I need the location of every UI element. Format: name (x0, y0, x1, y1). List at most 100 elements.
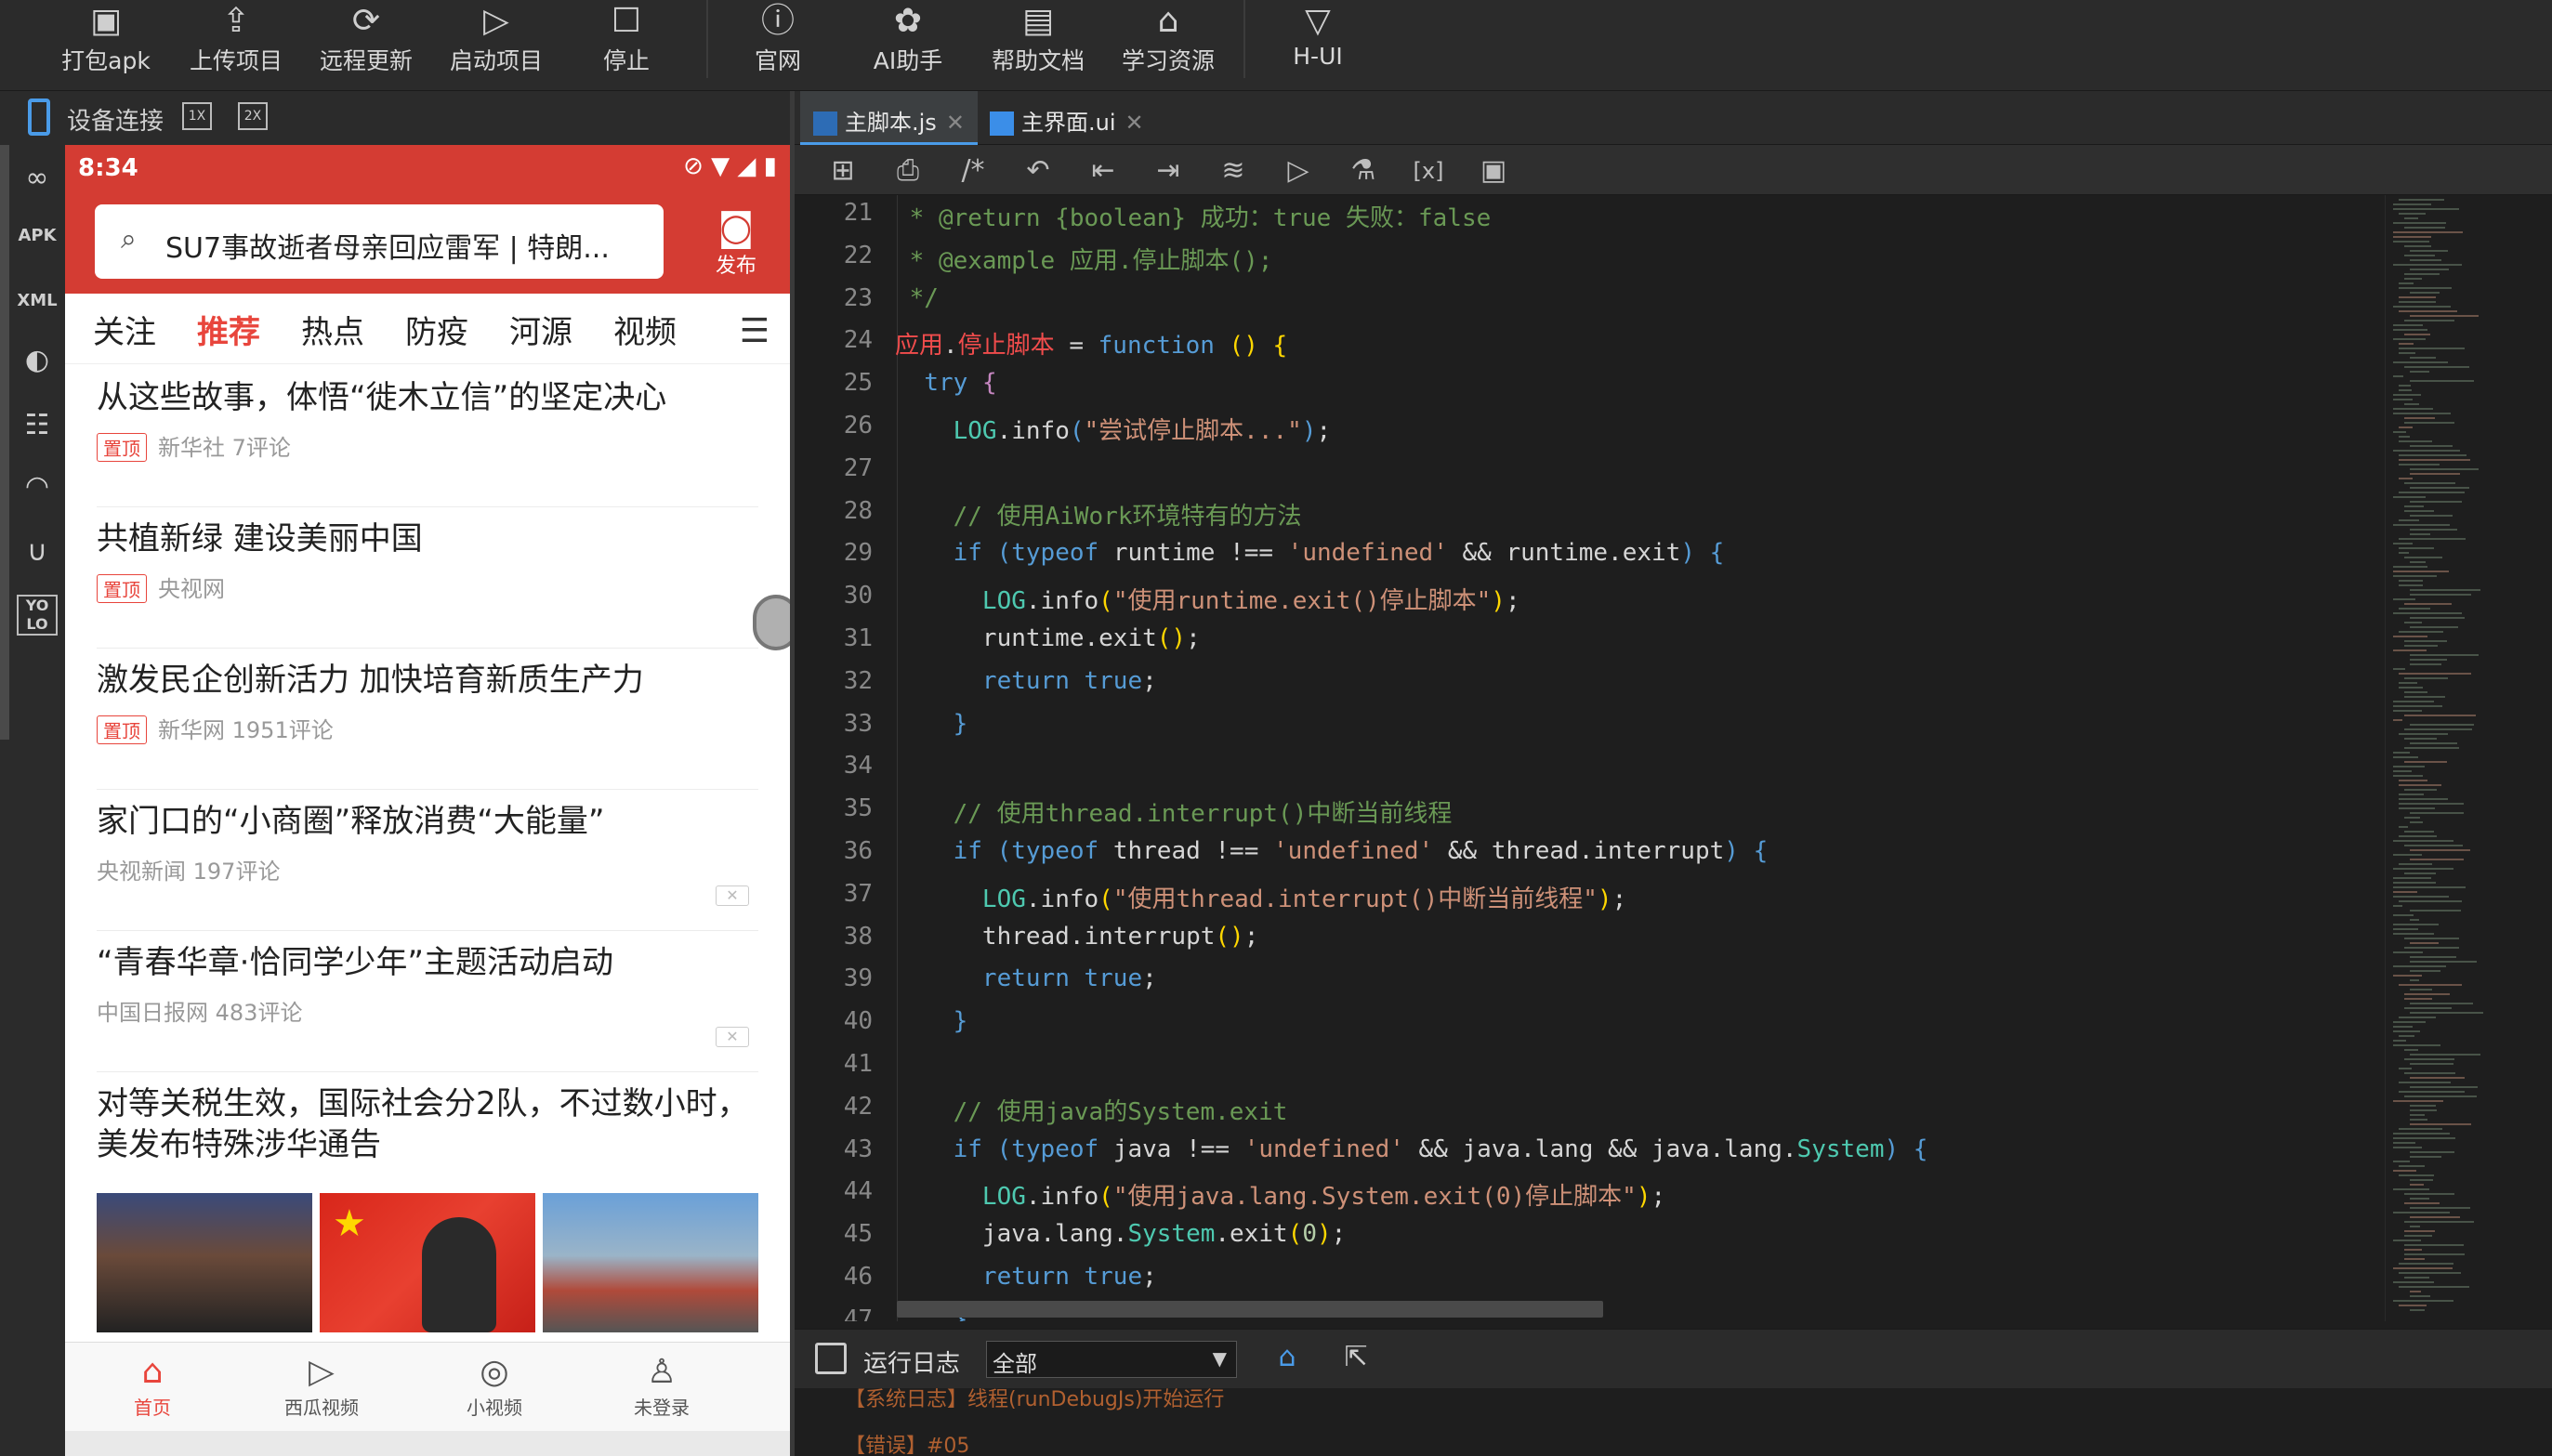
clear-log-icon[interactable]: ⌂ (1269, 1339, 1306, 1376)
code-line: LOG.info("使用java.lang.System.exit(0)停止脚本… (981, 1183, 1666, 1212)
tab-main-ui[interactable]: 主界面.ui ✕ (977, 91, 1157, 145)
minimap-line (2404, 403, 2419, 405)
minimap-line (2410, 473, 2460, 475)
device-connection-bar: 设备连接 1X 2X (0, 91, 795, 145)
usb-icon[interactable]: ∪ (17, 531, 58, 572)
news-item[interactable]: 共植新绿 建设美丽中国 置顶 央视网 (97, 518, 758, 649)
nav-not-logged-in[interactable]: ♙ 未登录 (606, 1352, 717, 1420)
minimap-line (2410, 942, 2439, 944)
export-log-icon[interactable]: ⇱ (1337, 1339, 1375, 1376)
minimap-line (2404, 1277, 2429, 1279)
code-editor[interactable]: 21 22 23 24 25 26 27 28 29 30 31 32 33 34 35 36 37 38 39 40… (795, 195, 2385, 1321)
floating-assistant-button[interactable] (753, 595, 790, 650)
minimap-line (2393, 329, 2427, 331)
tab-recommend[interactable]: 推荐 (197, 307, 260, 352)
news-item[interactable]: “青春华章·恰同学少年”主题活动启动 中国日报网 483评论 ✕ (97, 942, 758, 1072)
new-file-icon[interactable]: ⊞ (824, 152, 862, 190)
dismiss-icon[interactable]: ✕ (716, 1027, 749, 1047)
minimap-line (2393, 324, 2423, 326)
minimap-line (2404, 696, 2445, 698)
publish-button[interactable]: ◙ 发布 (701, 206, 771, 281)
horizontal-scrollbar[interactable] (897, 1301, 1603, 1318)
minimap-line (2393, 375, 2403, 377)
clipboard-icon[interactable]: ▣ (1475, 152, 1512, 190)
code-line: // 使用java的System.exit (953, 1097, 1288, 1126)
variable-icon[interactable]: [x] (1410, 152, 1447, 190)
minimap-line (2399, 798, 2448, 800)
nav-short-video[interactable]: ◎ 小视频 (439, 1352, 550, 1420)
format-icon[interactable]: ≋ (1215, 152, 1252, 190)
wifi-icon[interactable]: ◠ (17, 466, 58, 507)
close-icon[interactable]: ✕ (1125, 110, 1144, 136)
pack-apk-button[interactable]: ▣ 打包apk (50, 0, 162, 91)
minimap-line (2393, 208, 2459, 210)
close-icon[interactable]: ✕ (946, 110, 965, 136)
indent-icon[interactable]: ⇥ (1150, 152, 1187, 190)
nav-xigua-video[interactable]: ▷ 西瓜视频 (266, 1352, 377, 1420)
toolbar-separator (706, 0, 708, 78)
minimap-line (2399, 1068, 2412, 1069)
openai-icon: ✿ (893, 2, 923, 40)
line-number: 45 (843, 1220, 873, 1249)
menu-icon[interactable]: ☰ (740, 312, 770, 350)
remote-update-button[interactable]: ⟳ 远程更新 (310, 0, 422, 91)
minimap-line (2404, 845, 2463, 846)
minimap-line (2393, 1267, 2453, 1269)
minimap-line (2393, 543, 2413, 544)
learning-resources-button[interactable]: ⌂ 学习资源 (1112, 0, 1224, 91)
code-line: * @return {boolean} 成功：true 失败：false (895, 204, 1492, 232)
search-bar[interactable]: ⌕ SU7事故逝者母亲回应雷军 | 特朗... (95, 204, 664, 279)
nav-home[interactable]: ⌂ 首页 (97, 1352, 208, 1420)
line-number: 27 (843, 453, 873, 482)
ai-assistant-button[interactable]: ✿ AI助手 (852, 0, 964, 91)
minimap-line (2393, 399, 2413, 400)
flask-icon[interactable]: ⚗ (1345, 152, 1382, 190)
minimap-line (2393, 306, 2451, 308)
tab-video[interactable]: 视频 (613, 307, 677, 352)
upload-project-button[interactable]: ⇪ 上传项目 (180, 0, 292, 91)
palette-icon[interactable]: ◐ (17, 340, 58, 381)
status-time: 8:34 (78, 154, 138, 182)
minimap-line (2393, 431, 2406, 433)
stop-button[interactable]: ☐ 停止 (571, 0, 682, 91)
code-minimap[interactable] (2385, 195, 2552, 1321)
vue-icon: ▽ (1305, 2, 1331, 40)
zoom-1x-button[interactable]: 1X (182, 102, 212, 130)
line-number: 37 (843, 879, 873, 908)
code-line: if (typeof thread !== 'undefined' && thr… (953, 837, 1769, 865)
tab-hot[interactable]: 热点 (301, 307, 364, 352)
print-icon[interactable]: ⎙ (889, 152, 927, 190)
tab-follow[interactable]: 关注 (93, 307, 156, 352)
news-item[interactable]: 从这些故事，体悟“徙木立信”的坚定决心 置顶 新华社 7评论 (97, 377, 758, 507)
h-ui-button[interactable]: ▽ H-UI (1262, 0, 1374, 91)
xml-file-icon[interactable]: XML (17, 281, 58, 321)
outdent-icon[interactable]: ⇤ (1085, 152, 1122, 190)
run-icon[interactable]: ▷ (1280, 152, 1317, 190)
minimap-line (2393, 752, 2410, 754)
zoom-2x-button[interactable]: 2X (238, 102, 268, 130)
comment-icon[interactable]: /* (954, 152, 992, 190)
device-connection-label[interactable]: 设备连接 (67, 102, 164, 137)
phone-icon (28, 98, 50, 136)
start-project-button[interactable]: ▷ 启动项目 (441, 0, 552, 91)
tab-heyuan[interactable]: 河源 (509, 307, 572, 352)
news-item[interactable]: 对等关税生效，国际社会分2队，不过数小时，美发布特殊涉华通告 (97, 1083, 758, 1186)
undo-icon[interactable]: ↶ (1019, 152, 1057, 190)
tree-icon[interactable]: ☷ (17, 405, 58, 446)
minimap-line (2399, 1165, 2425, 1167)
dismiss-icon[interactable]: ✕ (716, 885, 749, 906)
tab-epidemic[interactable]: 防疫 (405, 307, 468, 352)
apk-file-icon[interactable]: APK (17, 216, 58, 256)
log-filter-select[interactable]: 全部 ▼ (986, 1341, 1237, 1378)
official-site-button[interactable]: ⓘ 官网 (722, 0, 834, 91)
device-screen[interactable]: 8:34 ⊘ ▼ ◢ ▮ ⌕ SU7事故逝者母亲回应雷军 | 特朗... ◙ 发… (65, 145, 790, 1456)
link-icon[interactable]: ∞ (17, 158, 58, 199)
yolo-icon[interactable]: YO LO (17, 595, 58, 636)
news-item[interactable]: 家门口的“小商圈”释放消费“大能量” 央视新闻 197评论 ✕ (97, 801, 758, 931)
help-docs-button[interactable]: ▤ 帮助文档 (982, 0, 1094, 91)
tab-main-script[interactable]: 主脚本.js ✕ (800, 91, 978, 145)
news-item[interactable]: 激发民企创新活力 加快培育新质生产力 置顶 新华网 1951评论 (97, 660, 758, 790)
minimap-line (2410, 961, 2477, 963)
minimap-line (2399, 835, 2437, 837)
minimap-line (2393, 710, 2422, 712)
